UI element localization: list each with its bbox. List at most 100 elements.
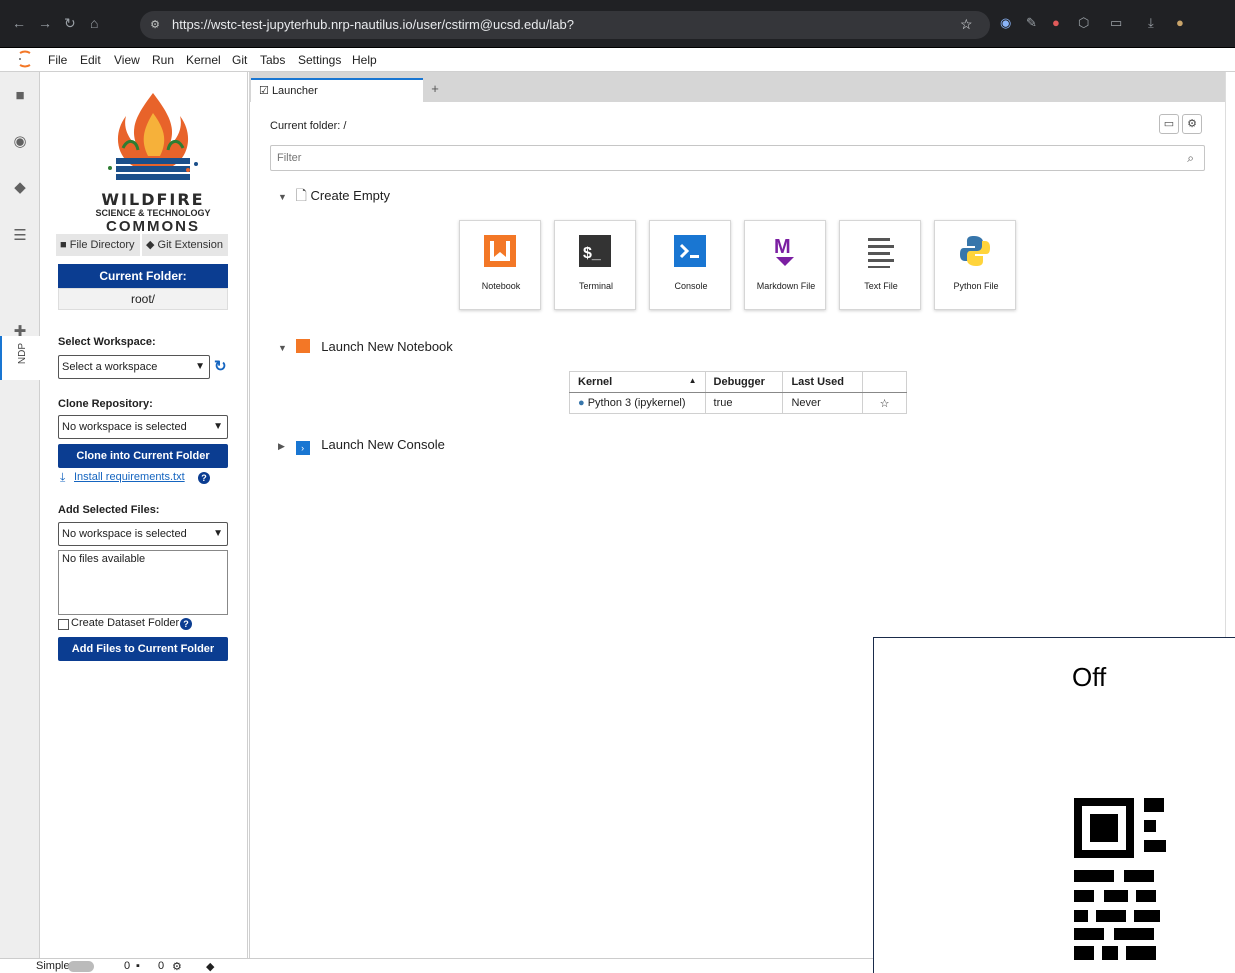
reload-icon[interactable]: ↻: [64, 14, 76, 32]
markdown-icon: M: [774, 236, 794, 266]
reading-mode-icon[interactable]: ▭: [1110, 14, 1122, 32]
launch-new-notebook-section[interactable]: ▼ Launch New Notebook: [278, 339, 453, 354]
kernel-name: Python 3 (ipykernel): [587, 397, 686, 409]
text-file-card-label: Text File: [864, 281, 898, 291]
notebook-icon: [484, 235, 516, 267]
new-tab-button[interactable]: +: [425, 78, 445, 100]
filter-placeholder: Filter: [277, 152, 302, 164]
star-column-header: [862, 371, 907, 393]
bookmark-star-icon[interactable]: ☆: [960, 16, 973, 33]
refresh-icon[interactable]: ↻: [214, 357, 227, 375]
logo-subtitle: SCIENCE & TECHNOLOGY: [95, 208, 211, 218]
clone-workspace-select[interactable]: No workspace is selected ▼: [58, 415, 228, 439]
left-activity-rail: ■ ◉ ◆ ☰ NDP ✚: [0, 72, 40, 973]
create-dataset-folder-checkbox[interactable]: [58, 619, 69, 630]
kernels-count: 0: [158, 960, 165, 972]
profile-avatar-icon[interactable]: ●: [1176, 14, 1184, 32]
new-file-icon: 🗋: [295, 187, 307, 203]
extensions-puzzle-icon[interactable]: ⬡: [1078, 14, 1089, 32]
chevron-down-icon: ▼: [213, 528, 223, 539]
extension-manager-icon[interactable]: ✚: [10, 322, 30, 342]
home-icon[interactable]: ⌂: [90, 14, 98, 32]
python-icon: ●: [578, 397, 585, 409]
svg-text:$_: $_: [583, 245, 602, 262]
terminals-count: 0: [124, 960, 131, 972]
help-icon[interactable]: ?: [198, 472, 210, 484]
help-icon[interactable]: ?: [180, 618, 192, 630]
terminal-icon: $_: [579, 235, 611, 267]
markdown-card-label: Markdown File: [756, 281, 816, 291]
caret-right-icon: ▶: [278, 441, 285, 451]
gear-icon[interactable]: ⚙: [1182, 114, 1202, 134]
folder-icon: ■: [60, 239, 67, 251]
kernel-cell: ● Python 3 (ipykernel): [569, 392, 706, 414]
markdown-file-card[interactable]: M Markdown File: [744, 220, 826, 310]
tab-git-extension-label: Git Extension: [157, 239, 223, 251]
site-settings-icon[interactable]: ⚙: [148, 18, 162, 32]
launch-new-console-section[interactable]: ▶ › Launch New Console: [278, 437, 445, 455]
table-of-contents-icon[interactable]: ☰: [10, 226, 30, 246]
extension-pen-icon[interactable]: ✎: [1026, 14, 1037, 32]
tab-file-directory[interactable]: ■ File Directory: [56, 234, 140, 256]
launcher-filter-input[interactable]: Filter ⌕: [270, 145, 1205, 171]
notebook-card-label: Notebook: [481, 281, 521, 291]
qr-overlay-panel: Off: [873, 637, 1235, 973]
add-files-workspace-select[interactable]: No workspace is selected ▼: [58, 522, 228, 546]
folder-icon[interactable]: ■: [10, 86, 30, 106]
install-requirements-link[interactable]: Install requirements.txt: [74, 471, 185, 483]
files-list[interactable]: No files available: [58, 550, 228, 615]
git-icon[interactable]: ◆: [10, 178, 30, 198]
launcher-tab-icon: ☑: [259, 85, 269, 97]
select-workspace-label: Select Workspace:: [58, 336, 156, 348]
kernel-column-header[interactable]: Kernel ▲: [569, 371, 706, 393]
python-file-card[interactable]: Python File: [934, 220, 1016, 310]
menu-help[interactable]: Help: [352, 53, 377, 67]
tab-git-extension[interactable]: ◆ Git Extension: [142, 234, 228, 256]
console-card[interactable]: Console: [649, 220, 731, 310]
workspace-select[interactable]: Select a workspace ▼: [58, 355, 210, 379]
search-icon: ⌕: [1187, 151, 1194, 165]
menu-file[interactable]: File: [48, 53, 67, 67]
tab-launcher[interactable]: ☑ Launcher: [251, 78, 423, 102]
menu-tabs[interactable]: Tabs: [260, 53, 285, 67]
menu-view[interactable]: View: [114, 53, 140, 67]
address-bar[interactable]: ⚙ https://wstc-test-jupyterhub.nrp-nauti…: [140, 11, 990, 39]
terminal-card-label: Terminal: [578, 281, 613, 291]
create-empty-section[interactable]: ▼ 🗋 Create Empty: [278, 185, 390, 209]
extension-red-icon[interactable]: ●: [1052, 14, 1060, 32]
menu-edit[interactable]: Edit: [80, 53, 101, 67]
notebook-card[interactable]: Notebook: [459, 220, 541, 310]
menu-run[interactable]: Run: [152, 53, 174, 67]
text-file-card[interactable]: Text File: [839, 220, 921, 310]
table-row[interactable]: ● Python 3 (ipykernel) true Never ☆: [569, 392, 907, 414]
current-folder-value: root/: [58, 288, 228, 310]
menu-git[interactable]: Git: [232, 53, 247, 67]
star-icon[interactable]: ☆: [862, 392, 907, 414]
main-tabbar: ☑ Launcher +: [249, 72, 1225, 102]
qr-code-icon: [1074, 798, 1166, 960]
menu-settings[interactable]: Settings: [298, 53, 341, 67]
add-files-select-value: No workspace is selected: [62, 528, 187, 540]
last-used-column-header[interactable]: Last Used: [782, 371, 864, 393]
console-icon: ›: [295, 441, 310, 455]
add-files-to-current-folder-button[interactable]: Add Files to Current Folder: [58, 637, 228, 661]
menu-kernel[interactable]: Kernel: [186, 53, 221, 67]
layout-toggle-icon[interactable]: ▭: [1159, 114, 1179, 134]
logo-title: WILDFIRE: [101, 190, 205, 209]
terminal-card[interactable]: $_ Terminal: [554, 220, 636, 310]
clone-into-current-folder-button[interactable]: Clone into Current Folder: [58, 444, 228, 468]
forward-icon[interactable]: →: [38, 14, 52, 32]
back-icon[interactable]: ←: [12, 14, 26, 32]
overlay-title: Off: [1072, 662, 1107, 692]
simple-mode-toggle[interactable]: [68, 961, 94, 972]
caret-down-icon: ▼: [278, 343, 287, 353]
extension-icon[interactable]: ◉: [1000, 14, 1011, 32]
debugger-column-header[interactable]: Debugger: [704, 371, 784, 393]
kernel-table-header: Kernel ▲ Debugger Last Used: [569, 371, 907, 393]
download-icon: ⤓: [60, 470, 66, 484]
running-kernels-icon[interactable]: ◉: [10, 132, 30, 152]
svg-text:M: M: [774, 236, 791, 258]
wildfire-logo-icon: [108, 93, 198, 180]
download-icon[interactable]: ⤓: [1148, 14, 1154, 32]
caret-down-icon: ▼: [278, 192, 287, 202]
